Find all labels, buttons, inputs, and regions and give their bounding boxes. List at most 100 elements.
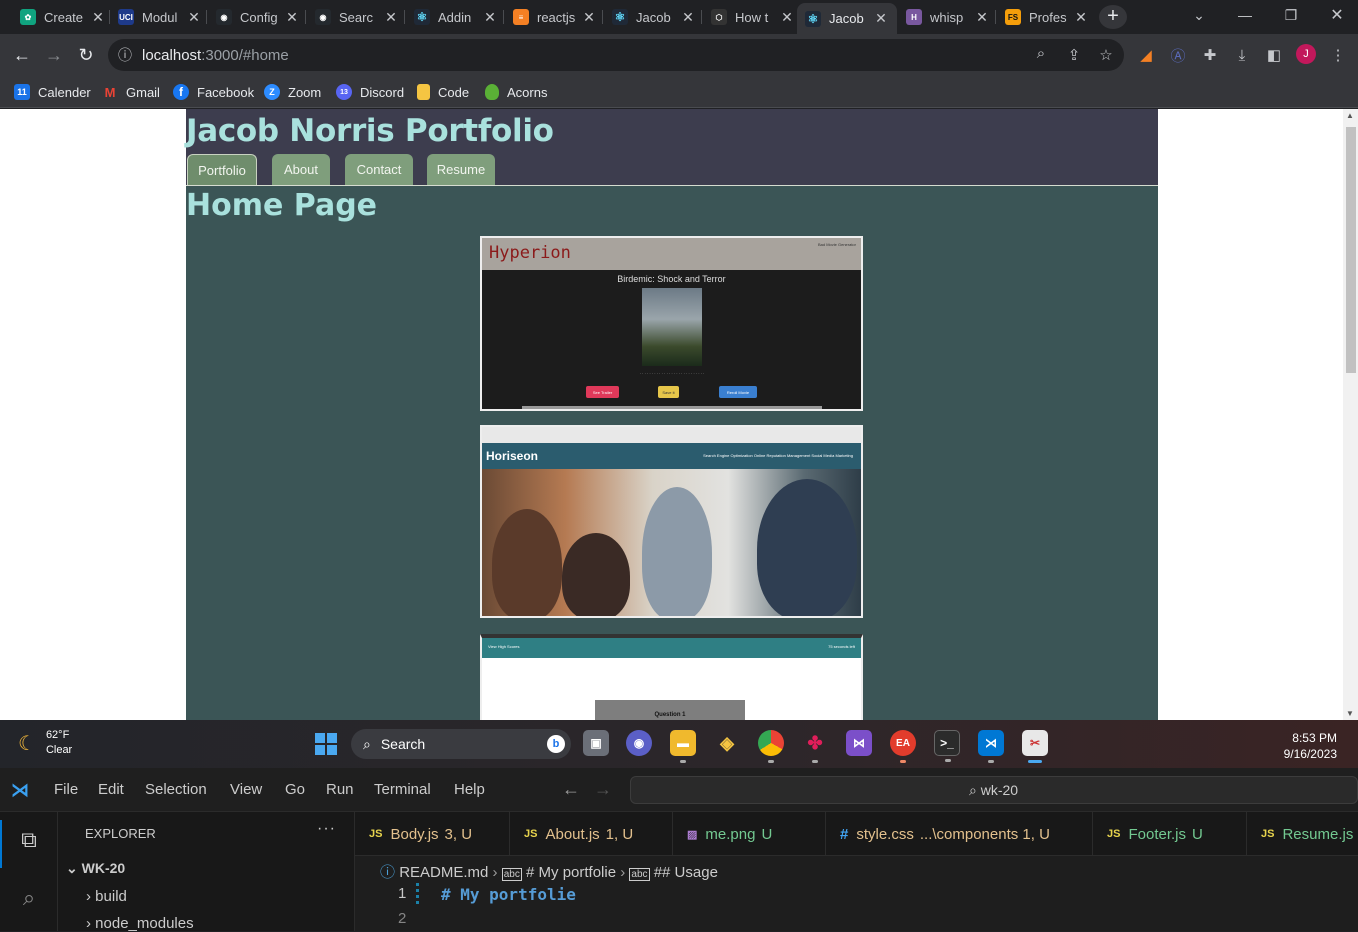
bookmark-discord[interactable]: 13 Discord (336, 83, 404, 101)
bookmark-star-icon[interactable]: ☆ (1095, 44, 1117, 66)
more-actions-icon[interactable]: ··· (317, 820, 336, 838)
code-line[interactable]: # My portfolie (441, 885, 576, 904)
scrollbar-thumb[interactable] (1346, 127, 1356, 373)
weather-widget[interactable]: ☾ 62°F Clear (18, 728, 72, 758)
search-icon[interactable]: ⌕ (15, 884, 43, 912)
bookmark-gmail[interactable]: M Gmail (102, 83, 160, 101)
extension-icon[interactable]: Ⓐ (1167, 44, 1189, 66)
close-icon[interactable]: ✕ (90, 9, 106, 26)
close-icon[interactable]: ✕ (383, 9, 399, 26)
bookmark-zoom[interactable]: Z Zoom (264, 83, 321, 101)
browser-tab[interactable]: ⬡ How t ✕ (711, 6, 795, 28)
file-explorer-icon[interactable]: ▬ (670, 730, 696, 763)
task-view-icon[interactable]: ▣ (583, 730, 609, 756)
nav-back-icon[interactable]: ← (562, 779, 580, 800)
project-screenshot-horiseon[interactable]: Horiseon Search Engine Optimization Onli… (480, 425, 863, 618)
browser-tab[interactable]: ◉ Searc ✕ (315, 6, 399, 28)
menu-icon[interactable]: ⋮ (1327, 44, 1349, 66)
menu-run[interactable]: Run (326, 781, 354, 798)
new-tab-button[interactable]: + (1099, 5, 1127, 29)
breadcrumb-heading[interactable]: # My portfolie (526, 864, 616, 881)
command-center[interactable]: ⌕ wk-20 (630, 776, 1358, 804)
bookmark-calendar[interactable]: 11 Calender (14, 83, 91, 101)
tree-folder-build[interactable]: › build (86, 888, 127, 905)
profile-avatar[interactable]: J (1296, 44, 1316, 64)
nav-tab-about[interactable]: About (272, 154, 330, 185)
ea-app-icon[interactable]: EA (890, 730, 916, 763)
windows-start-icon[interactable] (315, 733, 337, 755)
address-bar[interactable]: ⓘ localhost:3000/#home (108, 39, 1124, 71)
menu-go[interactable]: Go (285, 781, 305, 798)
tab-search-icon[interactable]: ⌄ (1176, 0, 1222, 30)
reload-icon[interactable]: ↻ (73, 42, 99, 68)
nav-tab-resume[interactable]: Resume (427, 154, 495, 185)
menu-help[interactable]: Help (454, 781, 485, 798)
project-screenshot-quiz[interactable]: View High Scores 75 seconds left Questio… (480, 634, 863, 720)
editor-tab-style-css[interactable]: # style.css ...\components 1, U (826, 812, 1093, 856)
share-icon[interactable]: ⇪ (1063, 44, 1085, 66)
editor-tab-body[interactable]: JS Body.js 3, U (355, 812, 510, 856)
scroll-up-icon[interactable]: ▲ (1346, 111, 1354, 120)
terminal-icon[interactable]: >_ (934, 730, 960, 762)
explorer-icon[interactable]: ⧉ (15, 826, 43, 854)
close-icon[interactable]: ✕ (186, 9, 202, 26)
menu-terminal[interactable]: Terminal (374, 781, 431, 798)
breadcrumb-subheading[interactable]: ## Usage (654, 864, 718, 881)
browser-tab[interactable]: FS Profes ✕ (1005, 6, 1089, 28)
browser-tab[interactable]: UCI Modul ✕ (118, 6, 202, 28)
close-icon[interactable]: ✕ (284, 9, 300, 26)
sidepanel-icon[interactable]: ◧ (1263, 44, 1285, 66)
chrome-icon[interactable] (758, 730, 784, 763)
close-icon[interactable]: ✕ (873, 10, 889, 27)
system-clock[interactable]: 8:53 PM 9/16/2023 (1284, 730, 1337, 762)
editor-tab-resume[interactable]: JS Resume.js (1247, 812, 1358, 856)
browser-tab[interactable]: ✿ Create ✕ (20, 6, 106, 28)
nav-forward-icon[interactable]: → (594, 779, 612, 800)
tree-folder-node-modules[interactable]: › node_modules (86, 915, 194, 932)
taskbar-search[interactable]: ⌕ Search b (351, 729, 571, 759)
close-icon[interactable]: ✕ (779, 9, 795, 26)
zoom-icon[interactable]: ⌕ (1030, 42, 1052, 64)
snipping-tool-icon[interactable]: ✂ (1022, 730, 1048, 763)
nav-tab-portfolio[interactable]: Portfolio (187, 154, 257, 185)
tree-root[interactable]: ⌄ WK-20 (66, 860, 125, 877)
visual-studio-icon[interactable]: ⋈ (846, 730, 872, 756)
project-screenshot-hyperion[interactable]: Hyperion Bad Movie Generator Birdemic: S… (480, 236, 863, 411)
nav-tab-contact[interactable]: Contact (345, 154, 413, 185)
vscode-icon[interactable]: ⋊ (978, 730, 1004, 763)
editor-tab-footer[interactable]: JS Footer.js U (1093, 812, 1247, 856)
minimize-icon[interactable]: — (1222, 0, 1268, 30)
browser-tab[interactable]: ≡ reactjs ✕ (513, 6, 597, 28)
menu-selection[interactable]: Selection (145, 781, 207, 798)
slack-icon[interactable]: ✤ (802, 730, 828, 763)
menu-view[interactable]: View (230, 781, 262, 798)
browser-tab[interactable]: ◉ Config ✕ (216, 6, 300, 28)
menu-file[interactable]: File (54, 781, 78, 798)
close-icon[interactable]: ✕ (680, 9, 696, 26)
puzzle-icon[interactable]: ✚ (1199, 44, 1221, 66)
browser-tab-active[interactable]: ⚛ Jacob ✕ (797, 3, 897, 34)
sourcetree-icon[interactable]: ◈ (714, 730, 740, 756)
page-scrollbar[interactable]: ▲ ▼ (1343, 109, 1358, 720)
menu-edit[interactable]: Edit (98, 781, 124, 798)
browser-tab[interactable]: ⚛ Jacob ✕ (612, 6, 696, 28)
browser-tab[interactable]: H whisp ✕ (906, 6, 990, 28)
bookmark-folder-code[interactable]: Code (417, 83, 469, 101)
editor-tab-about[interactable]: JS About.js 1, U (510, 812, 673, 856)
editor-tab-me-png[interactable]: ▨ me.png U (673, 812, 826, 856)
close-icon[interactable]: ✕ (974, 9, 990, 26)
back-icon[interactable]: ← (9, 42, 35, 68)
close-window-icon[interactable]: ✕ (1314, 0, 1358, 30)
info-icon[interactable]: ⓘ (108, 45, 142, 65)
close-icon[interactable]: ✕ (581, 9, 597, 26)
close-icon[interactable]: ✕ (1073, 9, 1089, 26)
close-icon[interactable]: ✕ (482, 9, 498, 26)
bookmark-facebook[interactable]: f Facebook (173, 83, 254, 101)
breadcrumb-file[interactable]: README.md (399, 864, 488, 881)
bookmark-acorns[interactable]: Acorns (485, 83, 547, 101)
rss-icon[interactable]: ◢ (1135, 44, 1157, 66)
restore-icon[interactable]: ❐ (1268, 0, 1314, 30)
download-icon[interactable]: ⤓ (1231, 44, 1253, 66)
scroll-down-icon[interactable]: ▼ (1346, 709, 1354, 718)
forward-icon[interactable]: → (41, 42, 67, 68)
